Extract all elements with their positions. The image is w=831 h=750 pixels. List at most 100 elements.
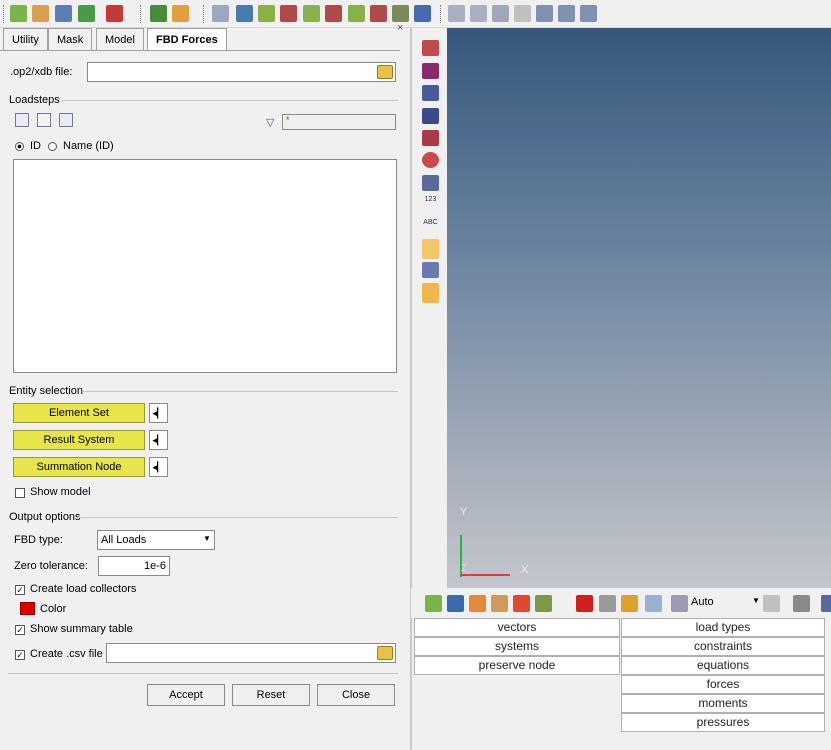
loads-icon[interactable] — [513, 595, 530, 612]
zero-tolerance-input[interactable]: 1e-6 — [98, 556, 170, 576]
fbd-type-select[interactable]: All Loads — [97, 530, 215, 550]
preserve-node-button[interactable]: preserve node — [414, 656, 620, 675]
view-xz-bottom-icon[interactable] — [325, 5, 342, 22]
loadstep-filter-input[interactable]: * — [282, 114, 396, 130]
text-label-icon[interactable]: ABC — [422, 219, 439, 235]
user-icon[interactable] — [150, 5, 167, 22]
view-options-icon[interactable] — [414, 5, 431, 22]
radio-name[interactable] — [48, 142, 57, 151]
select-none-icon[interactable] — [37, 113, 51, 127]
chevron-down-icon[interactable]: ▼ — [752, 596, 760, 605]
systems-icon[interactable] — [491, 595, 508, 612]
rotate-icon[interactable] — [492, 5, 509, 22]
main-toolbar — [0, 0, 831, 28]
open-icon[interactable] — [32, 5, 49, 22]
accept-button[interactable]: Accept — [147, 684, 225, 706]
radio-id[interactable] — [15, 142, 24, 151]
op2-file-input[interactable] — [87, 62, 396, 82]
view-xy-bottom-icon[interactable] — [280, 5, 297, 22]
color-swatch[interactable] — [20, 602, 35, 615]
organize-icon[interactable] — [621, 595, 638, 612]
moments-button[interactable]: moments — [621, 694, 825, 713]
select-surface-icon[interactable] — [793, 595, 810, 612]
solid-icon[interactable] — [422, 108, 439, 124]
view-xy-icon[interactable] — [258, 5, 275, 22]
load-types-button[interactable]: load types — [621, 618, 825, 637]
folder-icon[interactable] — [172, 5, 189, 22]
save-icon[interactable] — [55, 5, 72, 22]
graphics-viewport[interactable]: Y X Z — [447, 28, 831, 588]
mesh-lines-icon[interactable] — [422, 63, 439, 79]
tab-divider — [0, 50, 400, 51]
feature-lines-icon[interactable] — [422, 130, 439, 146]
reset-button[interactable]: Reset — [232, 684, 310, 706]
tab-utility[interactable]: Utility — [3, 28, 48, 50]
view-yz-right-icon[interactable] — [370, 5, 387, 22]
show-summary-label: Show summary table — [30, 623, 133, 635]
select-3d-icon[interactable] — [821, 595, 831, 612]
spin-icon[interactable] — [580, 5, 597, 22]
create-csv-checkbox[interactable]: ✓ — [15, 650, 25, 660]
filter-display-icon[interactable] — [535, 595, 552, 612]
reset-result-system-icon[interactable]: ◂▏ — [149, 430, 168, 450]
reverse-selection-icon[interactable] — [59, 113, 73, 127]
find-icon[interactable] — [645, 595, 662, 612]
isometric-view-icon[interactable] — [392, 5, 409, 22]
view-box-icon[interactable] — [422, 283, 439, 303]
forces-button[interactable]: forces — [621, 675, 825, 694]
display-options-icon[interactable] — [422, 175, 439, 191]
equations-button[interactable]: equations — [621, 656, 825, 675]
pressures-button[interactable]: pressures — [621, 713, 825, 732]
systems-button[interactable]: systems — [414, 637, 620, 656]
group-divider — [8, 673, 398, 674]
summation-node-button[interactable]: Summation Node — [13, 457, 145, 477]
result-system-button[interactable]: Result System — [13, 430, 145, 450]
show-model-checkbox[interactable] — [15, 488, 25, 498]
zoom-in-icon[interactable] — [448, 5, 465, 22]
reset-element-set-icon[interactable]: ◂▏ — [149, 403, 168, 423]
view-xz-icon[interactable] — [303, 5, 320, 22]
auto-dropdown[interactable]: Auto — [691, 596, 714, 608]
annotation-icon[interactable] — [422, 239, 439, 259]
tab-mask[interactable]: Mask — [48, 28, 93, 50]
transparency-icon[interactable] — [422, 152, 439, 168]
translate-vertical-icon[interactable] — [558, 5, 575, 22]
auto-mode-icon[interactable] — [671, 595, 688, 612]
load-collectors-icon[interactable] — [469, 595, 486, 612]
create-collectors-checkbox[interactable]: ✓ — [15, 585, 25, 595]
show-summary-checkbox[interactable]: ✓ — [15, 625, 25, 635]
wireframe-icon[interactable] — [422, 85, 439, 101]
display-model-icon[interactable] — [425, 595, 442, 612]
select-all-icon[interactable] — [15, 113, 29, 127]
tab-fbd-forces[interactable]: FBD Forces — [147, 28, 227, 51]
view-yz-icon[interactable] — [348, 5, 365, 22]
select-shape-icon[interactable] — [763, 595, 780, 612]
browse-folder-icon[interactable] — [377, 65, 393, 79]
delete-icon[interactable] — [576, 595, 593, 612]
import-geometry-icon[interactable] — [78, 5, 95, 22]
pan-icon[interactable] — [514, 5, 531, 22]
previous-view-icon[interactable] — [236, 5, 253, 22]
loadsteps-list[interactable] — [13, 159, 397, 373]
id-label-icon[interactable]: 123 — [422, 196, 439, 212]
vectors-button[interactable]: vectors — [414, 618, 620, 637]
chevron-down-icon[interactable]: ▼ — [203, 534, 211, 543]
entity-info-icon[interactable] — [422, 262, 439, 278]
close-icon[interactable]: × — [397, 22, 403, 34]
zoom-icon[interactable] — [212, 5, 229, 22]
csv-file-input[interactable] — [106, 643, 396, 663]
import-icon[interactable] — [10, 5, 27, 22]
shaded-elements-icon[interactable] — [422, 40, 439, 56]
element-set-button[interactable]: Element Set — [13, 403, 145, 423]
constraints-button[interactable]: constraints — [621, 637, 825, 656]
zoom-out-icon[interactable] — [470, 5, 487, 22]
translate-horizontal-icon[interactable] — [536, 5, 553, 22]
browse-csv-folder-icon[interactable] — [377, 646, 393, 660]
panel-splitter[interactable] — [404, 28, 411, 750]
reset-summation-node-icon[interactable]: ◂▏ — [149, 457, 168, 477]
close-button[interactable]: Close — [317, 684, 395, 706]
export-icon[interactable] — [106, 5, 123, 22]
mask-icon[interactable] — [599, 595, 616, 612]
tab-model[interactable]: Model — [96, 28, 144, 50]
components-icon[interactable] — [447, 595, 464, 612]
